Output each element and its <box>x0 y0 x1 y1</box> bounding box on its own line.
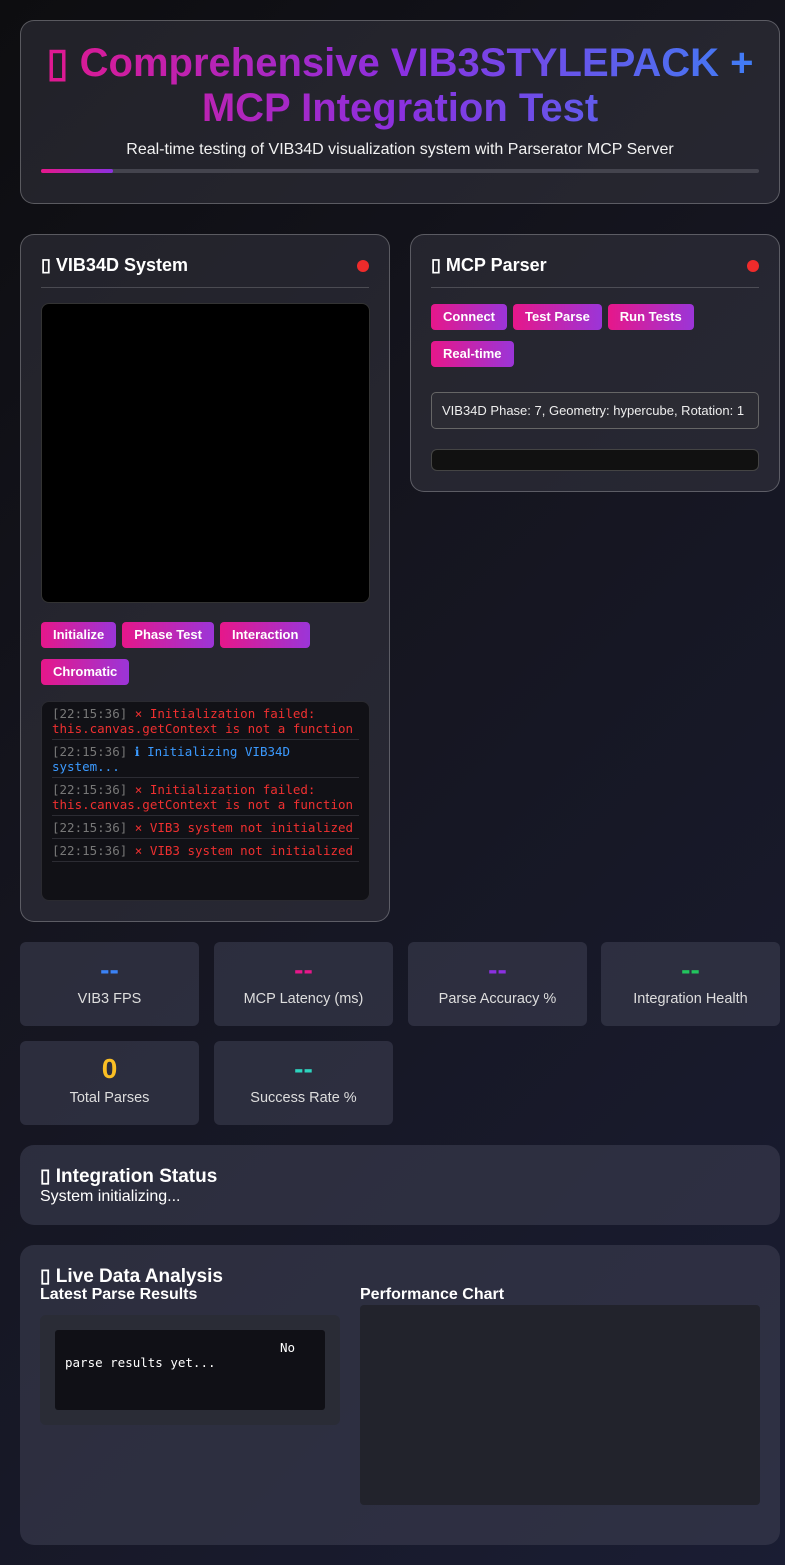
metric-label: Success Rate % <box>250 1090 357 1106</box>
metric-card: -- VIB3 FPS <box>20 942 199 1026</box>
page-subtitle: Real-time testing of VIB34D visualizatio… <box>126 141 674 158</box>
metric-card: 0 Total Parses <box>20 1041 199 1125</box>
title-icon: ▯ <box>46 41 69 85</box>
log-entry: [22:15:36] ℹ Initializing VIB34D system.… <box>52 740 359 778</box>
mcp-panel: ▯ MCP Parser Connect Test Parse Run Tests R… <box>410 234 780 492</box>
metric-card: -- MCP Latency (ms) <box>214 942 393 1026</box>
chromatic-button[interactable]: Chromatic <box>41 659 130 685</box>
log-time: [22:15:36] <box>52 843 128 858</box>
performance-chart <box>360 1305 760 1505</box>
interaction-button[interactable]: Interaction <box>219 622 311 648</box>
parse-input[interactable]: VIB34D Phase: 7, Geometry: hypercube, Ro… <box>431 392 759 429</box>
metric-value: -- <box>294 954 313 985</box>
empty-results-text: No parse results yet... <box>65 1340 296 1370</box>
metric-label: Parse Accuracy % <box>438 991 557 1007</box>
status-dot <box>747 260 759 272</box>
status-dot <box>357 260 369 272</box>
realtime-button[interactable]: Real-time <box>431 341 514 367</box>
live-analysis: ▯ Live Data Analysis Latest Parse Result… <box>20 1245 780 1545</box>
metric-label: Integration Health <box>633 991 748 1007</box>
results-output: No parse results yet... <box>55 1330 325 1410</box>
phase-test-button[interactable]: Phase Test <box>122 622 214 648</box>
chart-title: Performance Chart <box>360 1286 505 1303</box>
log-message: × VIB3 system not initialized <box>134 820 354 835</box>
metric-label: MCP Latency (ms) <box>243 991 364 1007</box>
metric-card: -- Parse Accuracy % <box>408 942 587 1026</box>
event-log[interactable]: [22:15:36] × Initialization failed: this… <box>41 701 370 901</box>
metric-value: -- <box>100 954 119 985</box>
metric-value: 0 <box>101 1053 118 1084</box>
vib-panel-title: ▯ VIB34D System <box>41 255 369 288</box>
log-time: [22:15:36] <box>52 820 128 835</box>
status-text: System initializing... <box>40 1188 181 1205</box>
mcp-buttons: Connect Test Parse Run Tests Real-time <box>431 304 731 378</box>
vib-canvas[interactable] <box>41 303 370 603</box>
progress-fill <box>41 169 113 173</box>
page-title: ▯ Comprehensive VIB3STYLEPACK + MCP Inte… <box>21 41 779 131</box>
log-entry: [22:15:36] × VIB3 system not initialized <box>52 839 359 862</box>
header-card: ▯ Comprehensive VIB3STYLEPACK + MCP Inte… <box>20 20 780 204</box>
log-message: × VIB3 system not initialized <box>134 843 354 858</box>
run-tests-button[interactable]: Run Tests <box>607 304 694 330</box>
metric-value: -- <box>294 1053 313 1084</box>
panel-icon: ▯ <box>431 255 441 275</box>
results-container: No parse results yet... <box>40 1315 340 1425</box>
analysis-title: ▯ Live Data Analysis <box>40 1266 223 1287</box>
integration-status: ▯ Integration Status System initializing… <box>20 1145 780 1225</box>
metric-card: -- Integration Health <box>601 942 780 1026</box>
initialize-button[interactable]: Initialize <box>41 622 117 648</box>
log-time: [22:15:36] <box>52 782 128 797</box>
log-time: [22:15:36] <box>52 706 128 721</box>
log-entry: [22:15:36] × Initialization failed: this… <box>52 778 359 816</box>
mcp-output-bar <box>431 449 759 471</box>
vib-buttons: Initialize Phase Test Interaction Chromatic <box>41 622 341 696</box>
metric-value: -- <box>488 954 507 985</box>
status-title: ▯ Integration Status <box>40 1166 218 1187</box>
connect-button[interactable]: Connect <box>431 304 507 330</box>
progress-bar <box>41 169 759 173</box>
log-entry: [22:15:36] × VIB3 system not initialized <box>52 816 359 839</box>
log-time: [22:15:36] <box>52 744 128 759</box>
mcp-panel-title: ▯ MCP Parser <box>431 255 759 288</box>
vib-panel: ▯ VIB34D System Initialize Phase Test Inte… <box>20 234 390 922</box>
log-entry: [22:15:36] × Initialization failed: this… <box>52 702 359 740</box>
latest-results-title: Latest Parse Results <box>40 1286 198 1303</box>
metric-label: VIB3 FPS <box>77 991 142 1007</box>
panel-icon: ▯ <box>41 255 51 275</box>
metric-label: Total Parses <box>69 1090 150 1106</box>
test-parse-button[interactable]: Test Parse <box>513 304 602 330</box>
metric-card: -- Success Rate % <box>214 1041 393 1125</box>
metric-value: -- <box>681 954 700 985</box>
